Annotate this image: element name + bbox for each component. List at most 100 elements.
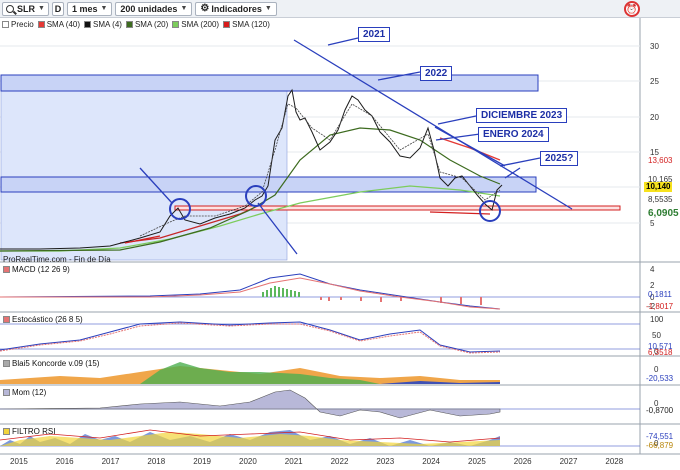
stoch-pane-label: Estocástico (26 8 5) [3,315,83,324]
annotation-2022: 2022 [420,66,453,81]
stoch-tag-2: 6,3518 [648,348,673,357]
blai-label-text: Blai5 Koncorde v.09 (15) [12,359,100,368]
toolbar: SLR ▼ D 1 mes ▼ 200 unidades ▼ ⚙ Indicad… [0,0,680,18]
macd-pane-label: MACD (12 26 9) [3,265,70,274]
blai-tick: 0 [654,365,659,374]
x-axis-year: 2016 [55,457,74,466]
d-button[interactable]: D [51,1,64,16]
units-selector[interactable]: 200 unidades ▼ [115,1,193,16]
mom-swatch [3,389,10,396]
price-tag-last: 10,140 [644,182,673,192]
annotation-dic-2023: DICIEMBRE 2023 [476,108,568,123]
macd-tick: 4 [650,265,655,274]
x-axis-year: 2024 [422,457,440,466]
x-axis-year: 2025 [468,457,486,466]
mom-pane-label: Mom (12) [3,388,46,397]
indicators-text: Indicadores [211,3,262,14]
x-axis-year: 2015 [10,457,28,466]
annotation-2021: 2021 [358,27,391,42]
x-axis-year: 2022 [330,457,349,466]
legend-label: SMA (20) [134,20,169,29]
stoch-tick: 100 [650,315,664,324]
x-axis-year: 2026 [513,457,532,466]
chart-canvas[interactable] [0,0,680,470]
macd-histogram [262,286,300,297]
units-text: 200 unidades [120,3,178,14]
stoch-k [0,321,501,353]
legend-label: SMA (200) [181,20,220,29]
x-axis-year: 2021 [284,457,303,466]
mom-area [0,389,501,419]
rsi-tag-2: -66,879 [646,441,674,450]
macd-tick: 2 [650,281,655,290]
legend-item[interactable]: SMA (40) [37,20,81,29]
x-axis-year: 2017 [101,457,120,466]
blai-swatch [3,360,10,367]
price-tick: 5 [650,219,655,228]
zone-2022-band [0,74,539,92]
rsi-swatch [3,428,10,435]
macd-swatch [3,266,10,273]
macd-tag-1: 0,1811 [648,290,672,299]
x-axis-year: 2018 [147,457,166,466]
legend-swatch [2,21,9,28]
x-axis-year: 2028 [605,457,624,466]
x-axis-year: 2027 [559,457,578,466]
mom-tag: -0,8700 [646,406,674,415]
legend-label: SMA (4) [93,20,122,29]
rsi-label-text: FILTRO RSI [12,427,56,436]
macd-tag-2: -1,8017 [646,302,674,311]
blai-tag: -20,533 [646,374,674,383]
legend-item[interactable]: SMA (200) [172,20,219,29]
stoch-swatch [3,316,10,323]
zone-left-shade [0,90,288,261]
stoch-label-text: Estocástico (26 8 5) [12,315,83,324]
period-selector[interactable]: 1 mes ▼ [66,1,113,16]
macd-histogram-neg [320,297,482,305]
legend-swatch [37,21,45,28]
legend-item[interactable]: SMA (20) [125,20,169,29]
price-tick: 25 [650,77,659,86]
legend-item[interactable]: SMA (120) [223,20,270,29]
chevron-down-icon: ▼ [180,5,188,12]
blai-area-green [140,362,380,384]
legend-swatch [84,21,92,28]
symbol-selector[interactable]: SLR ▼ [2,1,49,16]
period-text: 1 mes [71,3,98,14]
legend-swatch [125,21,133,28]
indicators-button[interactable]: ⚙ Indicadores ▼ [195,1,277,16]
legend: Precio SMA (40) SMA (4) SMA (20) SMA (200) SM… [0,19,270,30]
price-tag-sma40: 13,603 [648,156,673,165]
legend-swatch [223,21,231,28]
symbol-text: SLR [17,3,35,14]
x-axis-year: 2020 [239,457,257,466]
chevron-down-icon: ▼ [100,5,108,12]
source-label: ProRealTime.com - Fin de Día [3,255,111,264]
price-tag-low: 8,5535 [648,195,673,204]
price-tick: 30 [650,42,659,51]
legend-item[interactable]: SMA (4) [84,20,122,29]
mom-label-text: Mom (12) [12,388,47,397]
macd-label-text: MACD (12 26 9) [12,265,70,274]
stoch-tick: 50 [652,331,661,340]
macd-signal [0,277,501,310]
chevron-down-icon: ▼ [38,5,45,12]
legend-item[interactable]: Precio [2,20,34,29]
chevron-down-icon: ▼ [264,5,272,12]
blai-pane-label: Blai5 Koncorde v.09 (15) [3,359,99,368]
x-axis-year: 2019 [193,457,211,466]
search-icon [6,4,14,13]
stoch-d [0,322,501,354]
legend-label: Precio [11,20,34,29]
annotation-ene-2024: ENERO 2024 [478,127,549,142]
price-tag-sma200: 6,0905 [648,208,679,219]
rsi-pane-label: FILTRO RSI [3,427,55,436]
legend-label: SMA (120) [232,20,270,29]
price-tick: 20 [650,113,659,122]
gear-icon: ⚙ [200,3,210,14]
x-axis-year: 2023 [376,457,395,466]
annotation-2025: 2025? [540,151,579,166]
legend-label: SMA (40) [46,20,81,29]
alarm-clock-icon[interactable]: ⏰ [624,1,640,17]
macd-line [0,273,501,310]
